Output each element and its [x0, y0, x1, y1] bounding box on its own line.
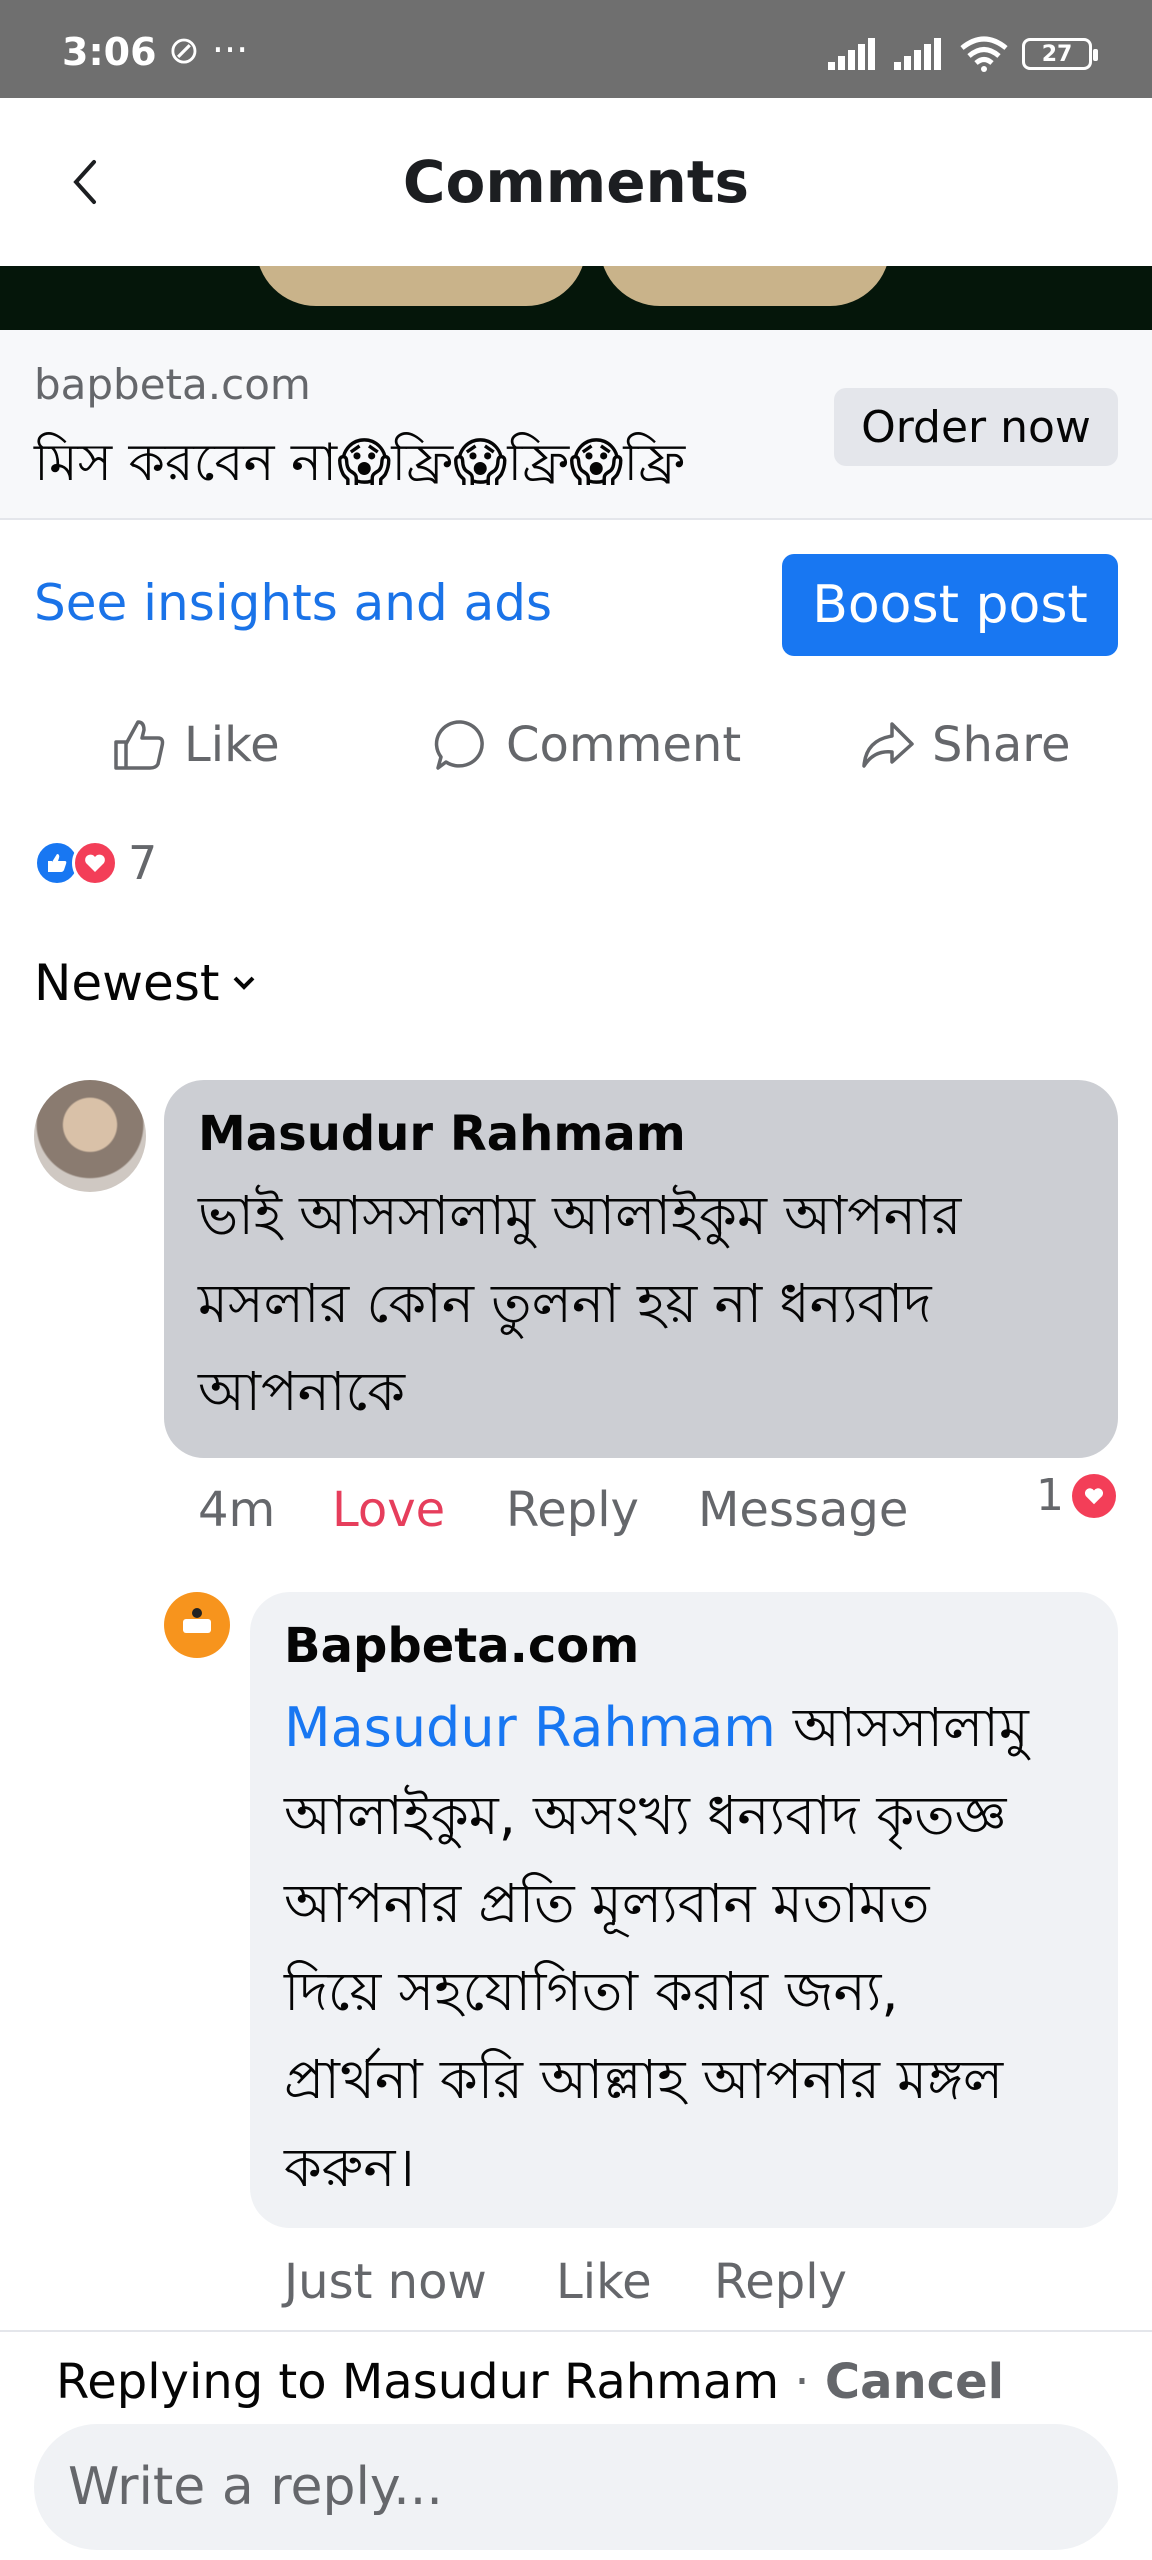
comment-label: Comment — [506, 717, 742, 773]
sort-dropdown[interactable]: Newest — [34, 954, 259, 1012]
comment-icon — [434, 720, 484, 770]
reply-input[interactable] — [34, 2424, 1118, 2550]
thumbs-up-icon — [114, 720, 165, 770]
battery-level: 27 — [1041, 41, 1073, 67]
signal-icon — [828, 38, 875, 70]
boost-post-button[interactable]: Boost post — [782, 554, 1118, 656]
comment-bubble[interactable]: Masudur Rahmam ভাই আসসালামু আলাইকুম আপনা… — [164, 1080, 1118, 1458]
reply-like-button[interactable]: Like — [556, 2254, 652, 2310]
reply-author[interactable]: Bapbeta.com — [284, 1618, 639, 1674]
reply-composer: Replying to Masudur Rahmam · Cancel — [0, 2330, 1152, 2560]
sort-label: Newest — [34, 954, 220, 1012]
reply-time: Just now — [284, 2254, 487, 2310]
comment-author[interactable]: Masudur Rahmam — [198, 1106, 686, 1162]
replying-to-banner: Replying to Masudur Rahmam · Cancel — [56, 2354, 1004, 2410]
ad-domain: bapbeta.com — [34, 360, 311, 409]
page-avatar[interactable] — [164, 1592, 230, 1658]
like-button[interactable]: Like — [110, 700, 280, 790]
comment-line: আপনাকে — [198, 1360, 406, 1423]
status-bar: 3:06 ⊘ ··· 27 — [0, 0, 1152, 98]
see-insights-link[interactable]: See insights and ads — [34, 574, 552, 632]
reply-first-line-text: আসসালামু — [775, 1696, 1029, 1759]
reply-line: করুন। — [284, 2136, 415, 2199]
comment-line: মসলার কোন তুলনা হয় না ধন্যবাদ — [198, 1272, 932, 1335]
like-label: Like — [184, 717, 280, 773]
media-bread-shape — [256, 266, 586, 306]
bapbeta-logo-icon — [177, 1605, 217, 1645]
wifi-icon — [960, 36, 1008, 72]
comment-button[interactable]: Comment — [432, 700, 741, 790]
reply-line: আপনার প্রতি মূল্যবান মতামত — [284, 1872, 930, 1935]
avatar[interactable] — [34, 1080, 146, 1192]
reaction-summary[interactable]: 7 — [34, 836, 157, 890]
replying-name: Masudur Rahmam — [341, 2354, 780, 2410]
replying-prefix: Replying to — [56, 2354, 342, 2410]
battery-icon: 27 — [1022, 38, 1098, 70]
reply-first-line: Masudur Rahmam আসসালামু — [284, 1684, 1029, 1772]
comment-time: 4m — [198, 1482, 276, 1538]
comment-love-count: 1 — [1036, 1470, 1064, 1521]
order-now-button[interactable]: Order now — [834, 388, 1118, 466]
media-bread-shape — [600, 266, 890, 306]
reply-line: দিয়ে সহযোগিতা করার জন্য, — [284, 1960, 899, 2023]
post-media[interactable] — [0, 266, 1152, 330]
status-time: 3:06 — [62, 30, 157, 74]
share-label: Share — [932, 717, 1071, 773]
comment-love-button[interactable]: Love — [332, 1482, 445, 1538]
ad-headline: মিস করবেন না😱ফ্রি😱ফ্রি😱ফ্রি — [34, 433, 686, 493]
love-reaction-icon — [1072, 1473, 1116, 1518]
comment-reply-button[interactable]: Reply — [506, 1482, 639, 1538]
love-reaction-icon — [72, 840, 118, 886]
replying-separator: · — [779, 2354, 825, 2410]
reply-bubble[interactable]: Bapbeta.com Masudur Rahmam আসসালামু আলাই… — [250, 1592, 1118, 2228]
share-button[interactable]: Share — [858, 700, 1071, 790]
page-title: Comments — [402, 148, 750, 216]
reply-reply-button[interactable]: Reply — [714, 2254, 847, 2310]
status-extra: ⊘ ··· — [168, 28, 249, 72]
comment-reaction-count[interactable]: 1 — [1036, 1470, 1116, 1521]
comment-line: ভাই আসসালামু আলাইকুম আপনার — [198, 1184, 962, 1247]
cancel-reply-button[interactable]: Cancel — [825, 2354, 1004, 2410]
share-icon — [862, 722, 914, 768]
header: Comments — [0, 98, 1152, 266]
reply-mention-link[interactable]: Masudur Rahmam — [284, 1696, 776, 1759]
reaction-count: 7 — [128, 836, 158, 890]
comment-message-button[interactable]: Message — [698, 1482, 908, 1538]
status-icons: 27 — [828, 36, 1098, 72]
reply-line: প্রার্থনা করি আল্লাহ আপনার মঙ্গল — [284, 2048, 1004, 2111]
ad-panel[interactable]: bapbeta.com মিস করবেন না😱ফ্রি😱ফ্রি😱ফ্রি … — [0, 330, 1152, 520]
reply-line: আলাইকুম, অসংখ্য ধন্যবাদ কৃতজ্ঞ — [284, 1784, 1007, 1847]
signal-icon — [894, 38, 941, 70]
chevron-down-icon — [234, 976, 255, 990]
post-actions: Like Comment Share — [0, 700, 1152, 790]
